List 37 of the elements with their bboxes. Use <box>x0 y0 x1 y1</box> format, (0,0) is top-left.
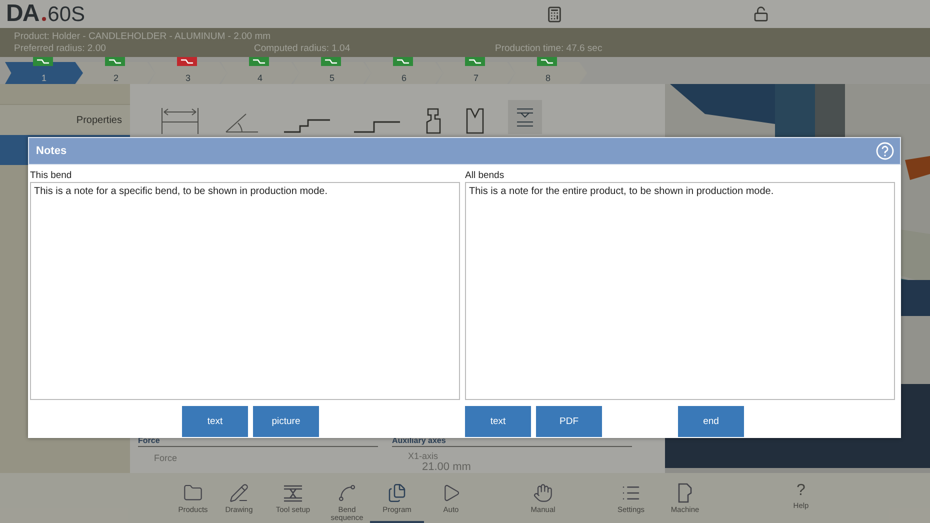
hand-icon <box>533 483 553 503</box>
logo: DA 60S <box>6 0 86 28</box>
sidebar-item[interactable]: Properties <box>0 104 130 135</box>
field-label: This bend <box>30 168 73 182</box>
press-tools-icon <box>282 483 304 503</box>
dialog-button[interactable]: picture <box>253 406 319 437</box>
production-time-text: Production time: 47.6 sec <box>495 43 604 54</box>
folder-icon <box>183 483 203 503</box>
field-label: X1-axis <box>407 450 440 461</box>
unlock-icon[interactable] <box>753 6 769 22</box>
step-profile-icon <box>284 118 330 134</box>
calculator-icon[interactable] <box>546 6 563 23</box>
bend-step-tab[interactable]: 1 <box>5 62 83 84</box>
note-field[interactable]: This is a note for the entire product, to be shown in production mode. <box>465 182 895 400</box>
pencil-icon <box>229 483 249 503</box>
field-value: 21.00 mm <box>421 461 472 473</box>
tool-button-icon[interactable] <box>508 100 542 134</box>
dialog-button[interactable]: text <box>465 406 531 437</box>
dialog-title: Notes <box>36 145 67 157</box>
dialog-button[interactable]: text <box>182 406 248 437</box>
bend-step-tab[interactable]: 8 <box>509 62 587 84</box>
machine-frame-icon <box>677 483 693 503</box>
end-button[interactable]: end <box>678 406 744 437</box>
documents-icon <box>387 483 407 503</box>
path-nodes-icon <box>337 483 357 503</box>
help-glyph: ? <box>796 483 806 499</box>
field-label: All bends <box>465 168 506 182</box>
computed-radius-text: Computed radius: 1.04 <box>254 43 352 54</box>
preferred-radius-text: Preferred radius: 2.00 <box>14 43 107 54</box>
dialog-button[interactable]: PDF <box>536 406 602 437</box>
note-field[interactable]: This is a note for a specific bend, to be shown in production mode. <box>30 182 460 400</box>
dimension-icon <box>160 106 200 134</box>
die-tool-icon <box>466 108 484 134</box>
punch-tool-icon <box>424 108 442 134</box>
product-text: Product: Holder - CANDLEHOLDER - ALUMINUM - 2.00 mm <box>14 31 272 42</box>
field-label: Force <box>153 452 178 463</box>
help-icon[interactable] <box>876 142 894 160</box>
